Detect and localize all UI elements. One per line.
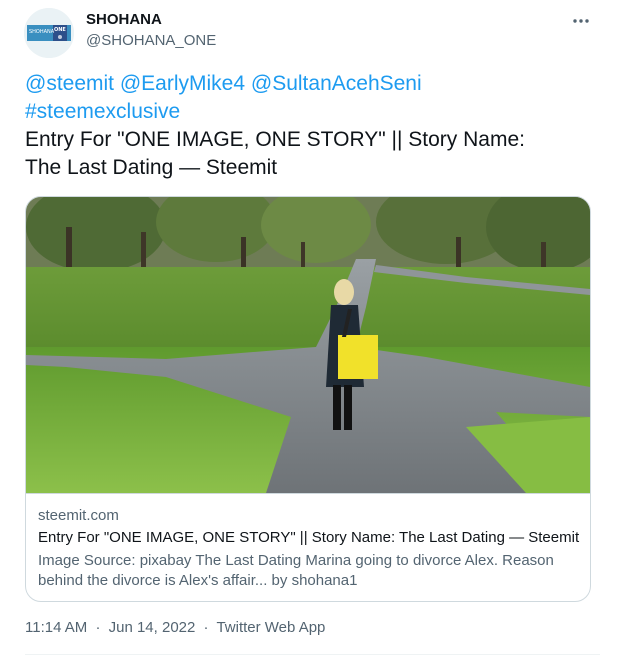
tweet-date[interactable]: Jun 14, 2022 <box>109 619 196 636</box>
card-divider <box>26 493 590 494</box>
tweet: SHOHANA ONE SHOHANA @SHOHANA_ONE @steemi… <box>0 0 625 663</box>
mention-sultanacehseni[interactable]: @SultanAcehSeni <box>251 72 422 95</box>
avatar-label-left: SHOHANA <box>29 29 55 35</box>
tweet-source[interactable]: Twitter Web App <box>216 619 325 636</box>
tweet-time[interactable]: 11:14 AM <box>25 619 87 636</box>
card-image[interactable] <box>26 197 590 493</box>
more-horizontal-icon <box>573 19 589 23</box>
divider <box>25 654 600 655</box>
mention-steemit[interactable]: @steemit <box>25 72 114 95</box>
tweet-text: @steemit @EarlyMike4 @SultanAcehSeni #st… <box>25 70 605 182</box>
more-button[interactable] <box>570 10 592 32</box>
tweet-mentions-line: @steemit @EarlyMike4 @SultanAcehSeni <box>25 70 605 98</box>
tweet-body-line-2: The Last Dating — Steemit <box>25 156 278 179</box>
avatar[interactable]: SHOHANA ONE <box>24 8 74 58</box>
card-domain: steemit.com <box>38 507 119 524</box>
card-title: Entry For "ONE IMAGE, ONE STORY" || Stor… <box>38 529 580 546</box>
meta-separator: · <box>203 619 209 636</box>
link-card[interactable]: steemit.com Entry For "ONE IMAGE, ONE ST… <box>25 196 591 602</box>
avatar-label-right: ONE <box>54 27 66 33</box>
tweet-body-line-1: Entry For "ONE IMAGE, ONE STORY" || Stor… <box>25 128 525 151</box>
card-description: Image Source: pixabay The Last Dating Ma… <box>38 552 554 589</box>
author-handle[interactable]: @SHOHANA_ONE <box>86 32 216 49</box>
mention-earlymike4[interactable]: @EarlyMike4 <box>120 72 245 95</box>
hashtag-steemexclusive[interactable]: #steemexclusive <box>25 100 180 123</box>
tweet-meta: 11:14 AM · Jun 14, 2022 · Twitter Web Ap… <box>25 619 325 636</box>
meta-separator: · <box>95 619 101 636</box>
author-name[interactable]: SHOHANA <box>86 11 162 28</box>
